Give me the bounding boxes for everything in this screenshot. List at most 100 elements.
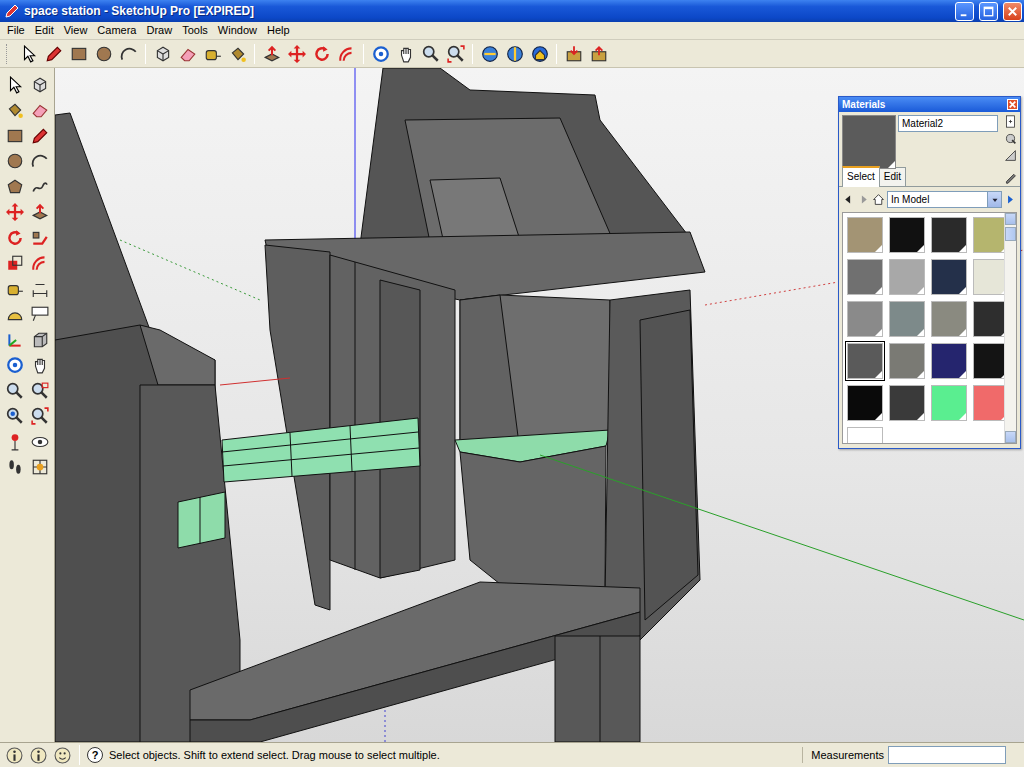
tool-button[interactable] — [310, 42, 333, 65]
tool-button[interactable] — [3, 328, 26, 351]
material-swatch[interactable] — [971, 257, 1004, 297]
tool-button[interactable] — [260, 42, 283, 65]
tool-button[interactable] — [3, 354, 26, 377]
tool-button[interactable] — [3, 456, 26, 479]
dropdown-button[interactable] — [987, 192, 1001, 207]
material-swatch[interactable] — [929, 299, 969, 339]
tool-button[interactable] — [444, 42, 467, 65]
tool-button[interactable] — [3, 124, 26, 147]
tool-button[interactable] — [28, 456, 51, 479]
menu-item[interactable]: Camera — [92, 21, 141, 40]
scrollbar[interactable] — [1004, 213, 1016, 443]
tool-button[interactable] — [28, 175, 51, 198]
tool-button[interactable] — [3, 379, 26, 402]
forward-arrow-icon[interactable] — [857, 193, 870, 206]
tool-button[interactable] — [285, 42, 308, 65]
material-swatch[interactable] — [887, 299, 927, 339]
menu-item[interactable]: Draw — [141, 21, 177, 40]
tool-button[interactable] — [28, 124, 51, 147]
tool-button[interactable] — [28, 73, 51, 96]
tool-button[interactable] — [3, 252, 26, 275]
material-swatch[interactable] — [971, 215, 1004, 255]
tool-button[interactable] — [478, 42, 501, 65]
panel-close-button[interactable] — [1007, 99, 1018, 110]
back-arrow-icon[interactable] — [842, 193, 855, 206]
tool-button[interactable] — [3, 277, 26, 300]
tool-button[interactable] — [92, 42, 115, 65]
tool-button[interactable] — [3, 226, 26, 249]
home-icon[interactable] — [872, 193, 885, 206]
status-button[interactable] — [28, 745, 48, 765]
tool-button[interactable] — [503, 42, 526, 65]
tool-button[interactable] — [28, 354, 51, 377]
details-icon[interactable] — [1004, 193, 1017, 206]
tool-button[interactable] — [28, 99, 51, 122]
measurements-field[interactable] — [888, 746, 1006, 764]
material-swatch[interactable] — [845, 215, 885, 255]
material-swatch[interactable] — [971, 383, 1004, 423]
collection-dropdown[interactable]: In Model — [887, 191, 1002, 208]
tool-button[interactable] — [3, 405, 26, 428]
maximize-button[interactable] — [979, 2, 998, 21]
tool-button[interactable] — [419, 42, 442, 65]
tool-button[interactable] — [67, 42, 90, 65]
menu-item[interactable]: Tools — [177, 21, 213, 40]
scroll-thumb[interactable] — [1005, 227, 1016, 241]
menu-item[interactable]: View — [59, 21, 93, 40]
material-name-field[interactable] — [898, 115, 998, 132]
tool-button[interactable] — [528, 42, 551, 65]
material-swatch[interactable] — [971, 299, 1004, 339]
menu-item[interactable]: Window — [213, 21, 262, 40]
tool-button[interactable] — [28, 379, 51, 402]
default-material-icon[interactable] — [1004, 149, 1017, 162]
menu-item[interactable]: Edit — [30, 21, 59, 40]
material-swatch[interactable] — [929, 383, 969, 423]
tool-button[interactable] — [335, 42, 358, 65]
tool-button[interactable] — [201, 42, 224, 65]
sample-paint-icon[interactable] — [1004, 132, 1017, 145]
tool-button[interactable] — [28, 150, 51, 173]
tool-button[interactable] — [42, 42, 65, 65]
tool-button[interactable] — [28, 430, 51, 453]
tool-button[interactable] — [3, 150, 26, 173]
tool-button[interactable] — [226, 42, 249, 65]
menu-item[interactable]: File — [2, 21, 30, 40]
material-swatch[interactable] — [929, 257, 969, 297]
scroll-up-button[interactable] — [1005, 213, 1016, 225]
panel-tab[interactable]: Select — [842, 166, 880, 187]
scroll-down-button[interactable] — [1005, 431, 1016, 443]
tool-button[interactable] — [3, 201, 26, 224]
tool-button[interactable] — [176, 42, 199, 65]
help-icon[interactable]: ? — [87, 747, 103, 763]
material-swatch[interactable] — [845, 425, 885, 443]
tool-button[interactable] — [28, 201, 51, 224]
material-swatch[interactable] — [929, 341, 969, 381]
materials-panel[interactable]: MaterialsSelectEditIn Model — [838, 96, 1021, 449]
tool-button[interactable] — [28, 226, 51, 249]
tool-button[interactable] — [562, 42, 585, 65]
material-swatch[interactable] — [845, 299, 885, 339]
toolbar-grip[interactable] — [6, 44, 9, 64]
material-swatch[interactable] — [887, 383, 927, 423]
tool-button[interactable] — [3, 303, 26, 326]
tool-button[interactable] — [394, 42, 417, 65]
tool-button[interactable] — [28, 303, 51, 326]
minimize-button[interactable] — [955, 2, 974, 21]
status-button[interactable] — [52, 745, 72, 765]
material-swatch[interactable] — [887, 257, 927, 297]
tool-button[interactable] — [28, 277, 51, 300]
material-swatch[interactable] — [887, 215, 927, 255]
material-swatch[interactable] — [845, 341, 885, 381]
tool-button[interactable] — [117, 42, 140, 65]
tool-button[interactable] — [3, 99, 26, 122]
tool-button[interactable] — [3, 175, 26, 198]
tool-button[interactable] — [151, 42, 174, 65]
material-swatch[interactable] — [929, 215, 969, 255]
close-button[interactable] — [1003, 2, 1022, 21]
panel-tab[interactable]: Edit — [879, 167, 906, 186]
material-swatch[interactable] — [887, 341, 927, 381]
tool-button[interactable] — [587, 42, 610, 65]
tool-button[interactable] — [28, 252, 51, 275]
tool-button[interactable] — [3, 430, 26, 453]
tool-button[interactable] — [369, 42, 392, 65]
